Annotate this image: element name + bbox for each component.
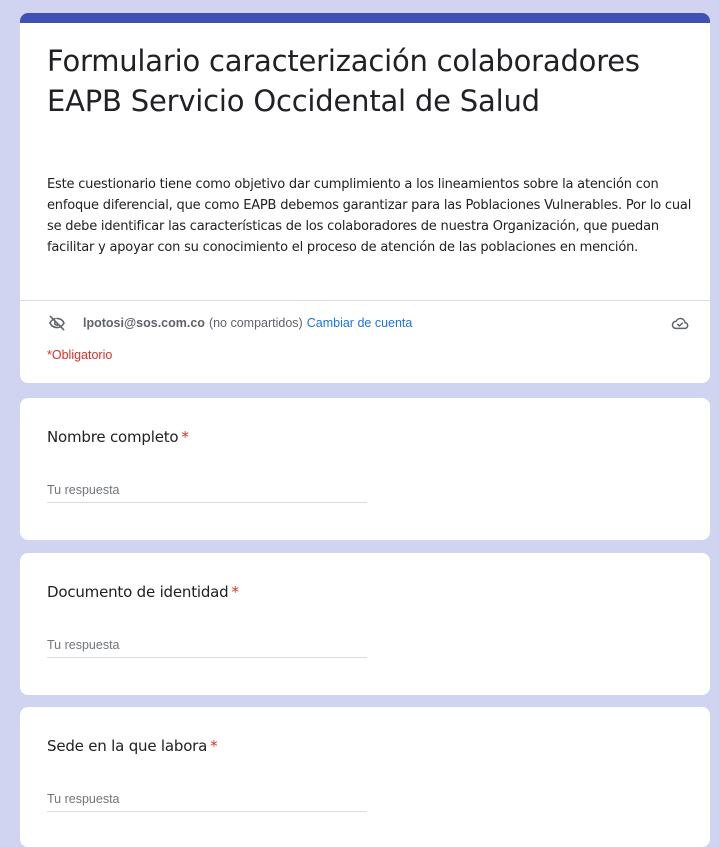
required-asterisk: * — [231, 583, 239, 601]
required-note: *Obligatorio — [47, 348, 113, 362]
required-asterisk: * — [210, 737, 218, 755]
documento-identidad-input[interactable] — [47, 633, 367, 658]
question-label-text: Documento de identidad — [47, 583, 229, 601]
account-email: lpotosi@sos.com.co — [83, 316, 205, 330]
required-asterisk: * — [181, 428, 189, 446]
question-label-text: Nombre completo — [47, 428, 179, 446]
cloud-done-icon — [671, 317, 689, 330]
question-label: Nombre completo * — [47, 428, 189, 446]
question-label: Sede en la que labora * — [47, 737, 218, 755]
eye-off-icon — [49, 315, 65, 331]
form-title: Formulario caracterización colaboradores… — [47, 44, 640, 118]
form-description: Este cuestionario tiene como objetivo da… — [47, 177, 692, 255]
sharing-status: (no compartidos) — [208, 316, 303, 330]
switch-account-link[interactable]: Cambiar de cuenta — [307, 316, 413, 330]
nombre-completo-input[interactable] — [47, 478, 367, 503]
question-card-nombre: Nombre completo * — [20, 398, 710, 540]
question-card-sede: Sede en la que labora * — [20, 707, 710, 847]
form-header-card: Formulario caracterización colaboradores… — [20, 13, 710, 383]
header-divider — [20, 300, 710, 301]
question-card-documento: Documento de identidad * — [20, 553, 710, 695]
header-accent-band — [20, 13, 710, 23]
question-label: Documento de identidad * — [47, 583, 239, 601]
question-label-text: Sede en la que labora — [47, 737, 208, 755]
sede-labora-input[interactable] — [47, 787, 367, 812]
account-row: lpotosi@sos.com.co (no compartidos) Camb… — [47, 313, 690, 333]
